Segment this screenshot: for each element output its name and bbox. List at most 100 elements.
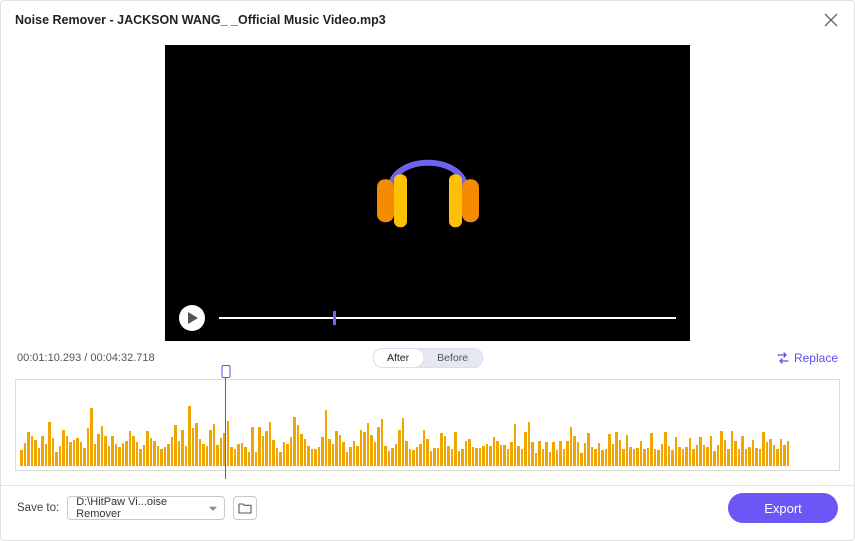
replace-label: Replace [794, 351, 838, 365]
after-before-toggle[interactable]: After Before [372, 348, 483, 368]
waveform-bar [104, 436, 107, 466]
waveform-bar [279, 452, 282, 466]
waveform-bar [458, 451, 461, 466]
waveform-bar [48, 422, 51, 466]
waveform-bar [335, 431, 338, 466]
waveform-bar [710, 436, 713, 466]
player-controls [165, 305, 690, 335]
waveform-bar [573, 436, 576, 466]
waveform-bar [605, 449, 608, 466]
play-button[interactable] [179, 305, 205, 331]
waveform-bar [727, 449, 730, 466]
replace-button[interactable]: Replace [776, 351, 838, 365]
save-path-value: D:\HitPaw Vi...oise Remover [76, 496, 202, 520]
waveform-bar [461, 449, 464, 466]
waveform-bar [160, 449, 163, 466]
waveform-bar [745, 449, 748, 466]
waveform-bar [171, 437, 174, 466]
waveform-bar [545, 442, 548, 466]
toggle-before[interactable]: Before [423, 349, 482, 367]
waveform-bar [713, 451, 716, 466]
waveform-bar [402, 418, 405, 466]
waveform-bar [370, 435, 373, 466]
waveform-bar [731, 431, 734, 466]
waveform-section [1, 371, 854, 471]
waveform-bar [657, 450, 660, 466]
swap-icon [776, 351, 790, 365]
media-preview [165, 45, 690, 341]
waveform-bar [213, 424, 216, 466]
waveform-bar [108, 446, 111, 466]
waveform-bar [374, 442, 377, 466]
close-icon [824, 13, 838, 27]
waveform-bar [272, 440, 275, 466]
waveform-bar [157, 446, 160, 466]
waveform-bar [563, 449, 566, 466]
waveform-bar [248, 452, 251, 466]
waveform-bar [307, 446, 310, 466]
waveform-bar [433, 448, 436, 466]
waveform-bar [496, 441, 499, 466]
waveform-bar [55, 452, 58, 466]
waveform-bar [185, 446, 188, 466]
waveform-bar [706, 447, 709, 466]
waveform-bar [405, 441, 408, 466]
window-header: Noise Remover - JACKSON WANG_ _Official … [1, 1, 854, 37]
waveform-bar [24, 443, 27, 466]
export-button[interactable]: Export [728, 493, 838, 523]
waveform-bar [640, 441, 643, 466]
waveform-bar [535, 453, 538, 466]
waveform-bar [69, 442, 72, 466]
waveform-bar [143, 445, 146, 466]
timecode-display: 00:01:10.293 / 00:04:32.718 [17, 352, 155, 364]
progress-handle[interactable] [333, 311, 336, 325]
progress-bar[interactable] [219, 308, 676, 328]
toggle-after[interactable]: After [373, 349, 423, 367]
waveform-bar [388, 451, 391, 466]
waveform-bar [199, 439, 202, 466]
waveform-bar [629, 447, 632, 466]
waveform-bar [360, 430, 363, 466]
waveform-bar [685, 447, 688, 466]
waveform-bar [454, 432, 457, 466]
waveform[interactable] [15, 379, 840, 471]
waveform-bar [437, 448, 440, 466]
waveform-bar [311, 449, 314, 466]
waveform-bar [419, 444, 422, 466]
waveform-bar [286, 444, 289, 466]
waveform-bar [276, 448, 279, 466]
save-path-dropdown[interactable]: D:\HitPaw Vi...oise Remover [67, 496, 225, 520]
playhead[interactable] [225, 368, 226, 479]
footer: Save to: D:\HitPaw Vi...oise Remover Exp… [1, 486, 854, 527]
waveform-bar [479, 448, 482, 466]
waveform-bar [451, 449, 454, 466]
waveform-bar [423, 430, 426, 466]
waveform-bar [615, 432, 618, 466]
window-title: Noise Remover - JACKSON WANG_ _Official … [15, 13, 386, 27]
browse-folder-button[interactable] [233, 496, 257, 520]
waveform-bar [325, 410, 328, 466]
waveform-bar [584, 443, 587, 466]
waveform-bar [230, 447, 233, 466]
waveform-bar [734, 441, 737, 466]
waveform-bar [409, 449, 412, 466]
waveform-bar [783, 445, 786, 466]
close-button[interactable] [822, 11, 840, 29]
waveform-bar [195, 423, 198, 466]
waveform-bar [164, 447, 167, 466]
waveform-bar [748, 447, 751, 466]
waveform-bar [682, 449, 685, 466]
playhead-handle[interactable] [221, 365, 230, 378]
waveform-bar [377, 427, 380, 466]
waveform-bar [227, 421, 230, 466]
waveform-bar [150, 438, 153, 466]
waveform-bar [636, 448, 639, 466]
waveform-bar [521, 449, 524, 466]
waveform-bar [52, 438, 55, 466]
waveform-bar [692, 449, 695, 466]
waveform-bar [626, 435, 629, 466]
waveform-bar [262, 436, 265, 466]
waveform-bar [482, 446, 485, 466]
waveform-bar [31, 436, 34, 466]
waveform-bar [73, 440, 76, 466]
